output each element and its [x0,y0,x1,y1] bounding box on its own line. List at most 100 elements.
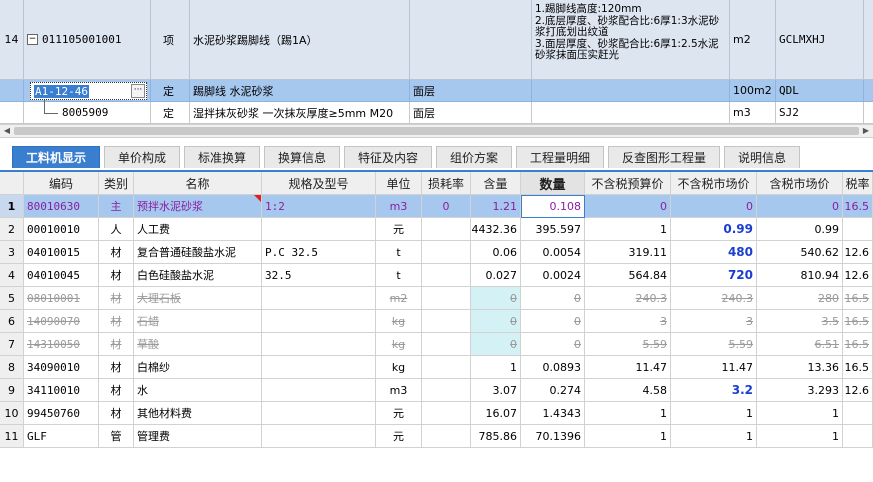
column-header-material-name[interactable]: 名称 [134,172,262,195]
material-name[interactable]: 白色硅酸盐水泥 [134,264,262,287]
material-row[interactable]: 3 04010015 材复合普通硅酸盐水泥 P.C 32.5 t 0.06 0.0054 31… [0,241,873,264]
content-value[interactable]: 785.86 [471,425,521,448]
column-header-material-code[interactable]: 编码 [24,172,99,195]
material-name[interactable]: 管理费 [134,425,262,448]
taxed-market-price[interactable]: 3.5 [757,310,843,333]
market-price[interactable]: 3.2 [671,379,757,402]
market-price[interactable]: 1 [671,402,757,425]
taxed-market-price[interactable]: 6.51 [757,333,843,356]
market-price[interactable]: 0.99 [671,218,757,241]
material-code[interactable]: GLF [24,425,99,448]
material-name[interactable]: 草酸 [134,333,262,356]
material-unit[interactable]: 元 [376,218,422,241]
material-spec[interactable] [262,287,376,310]
quota-spec[interactable]: 面层 [410,102,532,124]
material-name[interactable]: 石蜡 [134,310,262,333]
tax-rate[interactable]: 12.6 [843,241,873,264]
content-value[interactable]: 0.027 [471,264,521,287]
material-spec[interactable] [262,402,376,425]
budget-price[interactable]: 240.3 [585,287,671,310]
material-unit[interactable]: m3 [376,195,422,218]
quantity-value[interactable]: 395.597 [521,218,585,241]
tax-rate[interactable]: 16.5 [843,356,873,379]
material-spec[interactable] [262,218,376,241]
column-header-budget-price[interactable]: 不含税预算价 [585,172,671,195]
material-category[interactable]: 主 [99,195,134,218]
content-value[interactable]: 0 [471,287,521,310]
market-price[interactable]: 480 [671,241,757,264]
material-spec[interactable]: 1:2 [262,195,376,218]
material-unit[interactable]: kg [376,333,422,356]
quantity-value[interactable]: 0 [521,333,585,356]
budget-price[interactable]: 1 [585,402,671,425]
loss-rate[interactable] [422,241,471,264]
column-header-material-spec[interactable]: 规格及型号 [262,172,376,195]
quota-name[interactable]: 湿拌抹灰砂浆 一次抹灰厚度≥5mm M20 [190,102,410,124]
material-code[interactable]: 08010001 [24,287,99,310]
market-price[interactable]: 5.59 [671,333,757,356]
material-category[interactable]: 材 [99,356,134,379]
material-spec[interactable]: 32.5 [262,264,376,287]
column-header-market-price[interactable]: 不含税市场价 [671,172,757,195]
material-name[interactable]: 白棉纱 [134,356,262,379]
quota-expression[interactable]: QDL [776,80,864,102]
tab-material-machine[interactable]: 工料机显示 [12,146,100,168]
tab-unit-price[interactable]: 单价构成 [104,146,180,168]
material-category[interactable]: 材 [99,264,134,287]
tax-rate[interactable] [843,425,873,448]
item-name[interactable]: 水泥砂浆踢脚线（踢1A） [190,0,410,80]
material-unit[interactable]: 元 [376,402,422,425]
loss-rate[interactable] [422,310,471,333]
quantity-value[interactable]: 0.108 [521,195,585,218]
material-unit[interactable]: t [376,241,422,264]
quantity-value[interactable]: 0.0024 [521,264,585,287]
quota-expression[interactable]: SJ2 [776,102,864,124]
quantity-value[interactable]: 0.274 [521,379,585,402]
scroll-left-icon[interactable]: ◀ [2,126,12,136]
taxed-market-price[interactable]: 280 [757,287,843,310]
material-spec[interactable] [262,356,376,379]
loss-rate[interactable] [422,379,471,402]
budget-price[interactable]: 1 [585,218,671,241]
horizontal-scrollbar[interactable]: ◀ ▶ [0,124,873,138]
column-header-quantity-value[interactable]: 数量 [521,172,585,195]
budget-price[interactable]: 564.84 [585,264,671,287]
material-code[interactable]: 34090010 [24,356,99,379]
budget-price[interactable]: 4.58 [585,379,671,402]
column-header-taxed-market-price[interactable]: 含税市场价 [757,172,843,195]
tax-rate[interactable]: 16.5 [843,310,873,333]
column-header-tax-rate[interactable]: 税率 [843,172,873,195]
material-category[interactable]: 材 [99,402,134,425]
budget-price[interactable]: 11.47 [585,356,671,379]
quota-code-input[interactable]: A1-12-46 ··· [30,82,147,100]
quota-name[interactable]: 踢脚线 水泥砂浆 [190,80,410,102]
column-header-loss-rate[interactable]: 损耗率 [422,172,471,195]
market-price[interactable]: 1 [671,425,757,448]
material-name[interactable]: 大理石板 [134,287,262,310]
material-code[interactable]: 99450760 [24,402,99,425]
item-expression[interactable]: GCLMXHJ [776,0,864,80]
content-value[interactable]: 1.21 [471,195,521,218]
quantity-value[interactable]: 0.0054 [521,241,585,264]
market-price[interactable]: 11.47 [671,356,757,379]
loss-rate[interactable]: 0 [422,195,471,218]
material-row[interactable]: 10 99450760 材其他材料费元 16.07 1.4343 1 1 1 [0,402,873,425]
loss-rate[interactable] [422,287,471,310]
material-code[interactable]: 14310050 [24,333,99,356]
quantity-value[interactable]: 1.4343 [521,402,585,425]
item-code-cell[interactable]: − 011105001001 [24,0,151,80]
material-code[interactable]: 34110010 [24,379,99,402]
material-unit[interactable]: 元 [376,425,422,448]
tax-rate[interactable]: 16.5 [843,287,873,310]
market-price[interactable]: 240.3 [671,287,757,310]
budget-price[interactable]: 1 [585,425,671,448]
column-header-material-category[interactable]: 类别 [99,172,134,195]
material-row[interactable]: 4 04010045 材白色硅酸盐水泥 32.5 t 0.027 0.0024 564.84 7… [0,264,873,287]
material-row[interactable]: 2 00010010 人人工费 元 4432.36 395.597 1 0.99 0.99 [0,218,873,241]
taxed-market-price[interactable]: 1 [757,402,843,425]
material-category[interactable]: 材 [99,379,134,402]
material-row[interactable]: 1 80010630 主预拌水泥砂浆 1:2 m3 0 1.21 0.108 0 0 0 16.5 [0,195,873,218]
tax-rate[interactable]: 12.6 [843,264,873,287]
content-value[interactable]: 1 [471,356,521,379]
browse-button[interactable]: ··· [131,84,145,98]
